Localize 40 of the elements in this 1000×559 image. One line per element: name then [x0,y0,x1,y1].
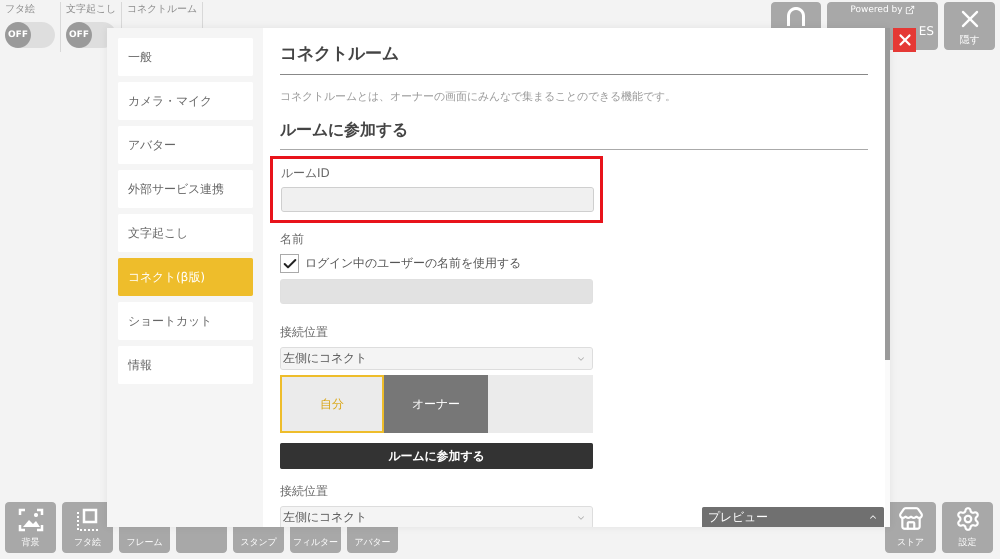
description: コネクトルームとは、オーナーの画面にみんなで集まることのできる機能です。 [280,89,677,104]
sidebar-item[interactable]: カメラ・マイク [118,82,253,120]
sidebar-item[interactable]: 文字起こし [118,214,253,252]
scrollbar-thumb[interactable] [885,28,890,360]
tool-button[interactable]: ストア [885,502,936,553]
section-heading: ルームに参加する [280,120,868,150]
position-select[interactable]: 左側にコネクト [280,506,593,527]
arch-icon [787,7,805,26]
field-label: ルームID [281,165,331,182]
sidebar-item[interactable]: コネクト(β版) [118,258,253,296]
field-label: 名前 [280,231,305,248]
store-icon [898,506,924,532]
position-select[interactable]: 左側にコネクト [280,347,593,370]
toggle-switch[interactable]: OFF [5,22,55,48]
toggle-label: フタ絵 [5,3,36,16]
field-label: 接続位置 [280,483,329,500]
toggle-label: 文字起こし [66,2,116,16]
position-option[interactable]: オーナー [384,375,488,433]
tool-button[interactable]: フタ絵 [62,502,113,553]
sidebar-item[interactable]: アバター [118,126,253,164]
hide-button[interactable]: 隠す [944,2,995,50]
tool-button[interactable]: 設定 [942,502,993,553]
sidebar-item[interactable]: 外部サービス連携 [118,170,253,208]
checkbox-label: ログイン中のユーザーの名前を使用する [305,255,521,272]
toggle-label: コネクトルーム [127,3,197,16]
sidebar-item[interactable]: ショートカット [118,302,253,340]
settings-icon [954,506,980,532]
image-icon [18,508,44,532]
sidebar-item[interactable]: 一般 [118,38,253,76]
position-option[interactable]: 自分 [280,375,384,433]
join-room-button[interactable]: ルームに参加する [280,443,593,469]
sidebar-item[interactable]: 情報 [118,346,253,384]
dialog-title: コネクトルーム [280,42,868,75]
room-id-field[interactable] [281,187,594,212]
close-button[interactable] [893,28,916,52]
frame-icon [76,508,100,532]
external-link-icon [904,5,915,15]
tool-button[interactable]: 背景 [5,502,56,553]
field-label: 接続位置 [280,324,329,341]
preview-bar[interactable]: プレビュー [702,507,884,527]
